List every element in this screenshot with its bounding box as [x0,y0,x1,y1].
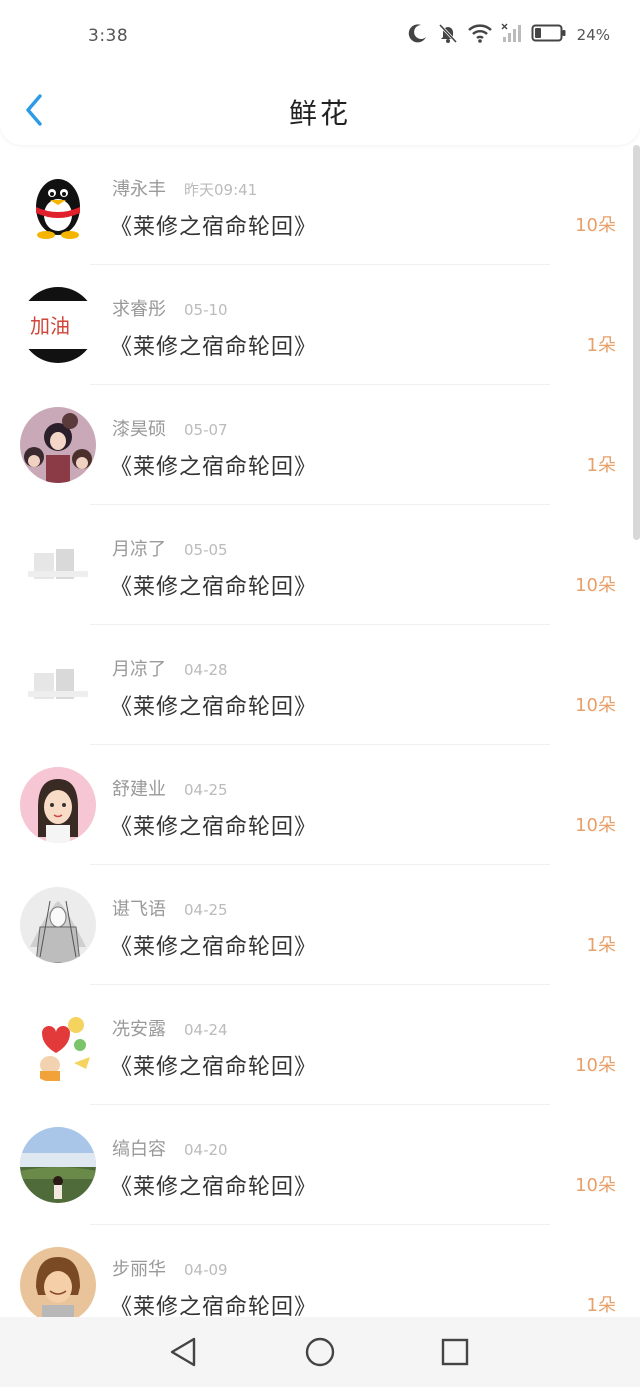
list-item[interactable]: 谌飞语 04-25 《莱修之宿命轮回》 1朵 [0,865,640,985]
flower-count: 10朵 [575,575,616,596]
top-card: 3:38 24% 鲜花 [0,0,640,145]
status-bar: 3:38 24% [0,0,640,76]
book-title: 《莱修之宿命轮回》 [110,215,318,240]
square-recents-icon [441,1338,469,1366]
wifi-icon [467,22,493,48]
nav-back-button[interactable] [166,1335,200,1369]
sender-line: 谌飞语 04-25 [112,895,228,921]
bell-off-icon [437,22,459,48]
page-title: 鲜花 [288,97,351,130]
flower-count: 1朵 [586,1295,616,1316]
book-title: 《莱修之宿命轮回》 [110,935,318,960]
list-item[interactable]: 缟白容 04-20 《莱修之宿命轮回》 10朵 [0,1105,640,1225]
send-date: 04-20 [184,1141,228,1159]
avatar[interactable] [20,1007,96,1083]
flower-list[interactable]: 溥永丰 昨天09:41 《莱修之宿命轮回》 10朵 加油 求睿彤 05-10 《莱修… [0,145,640,1317]
list-item[interactable]: 冼安露 04-24 《莱修之宿命轮回》 10朵 [0,985,640,1105]
send-date: 04-25 [184,781,228,799]
avatar[interactable]: 加油 [20,287,96,363]
sender-line: 舒建业 04-25 [112,775,228,801]
flower-count: 1朵 [586,455,616,476]
send-date: 05-10 [184,301,228,319]
book-title: 《莱修之宿命轮回》 [110,1175,318,1200]
sender-line: 月凉了 04-28 [112,655,228,681]
triangle-back-icon [170,1337,196,1367]
book-title: 《莱修之宿命轮回》 [110,815,318,840]
nav-recents-button[interactable] [438,1335,472,1369]
list-item[interactable]: 舒建业 04-25 《莱修之宿命轮回》 10朵 [0,745,640,865]
avatar[interactable] [20,1247,96,1317]
sender-line: 漆昊硕 05-07 [112,415,228,441]
sender-line: 求睿彤 05-10 [112,295,228,321]
avatar[interactable] [20,887,96,963]
list-item[interactable]: 月凉了 05-05 《莱修之宿命轮回》 10朵 [0,505,640,625]
avatar[interactable] [20,1127,96,1203]
sender-name: 步丽华 [112,1259,166,1280]
sender-name: 缟白容 [112,1139,166,1160]
status-time: 3:38 [88,26,129,46]
book-title: 《莱修之宿命轮回》 [110,575,318,600]
sender-name: 漆昊硕 [112,419,166,440]
battery-level: 24% [576,26,610,44]
flower-count: 10朵 [575,215,616,236]
battery-icon [531,22,567,48]
book-title: 《莱修之宿命轮回》 [110,335,318,360]
list-item[interactable]: 漆昊硕 05-07 《莱修之宿命轮回》 1朵 [0,385,640,505]
avatar[interactable] [20,647,96,723]
send-date: 05-07 [184,421,228,439]
sender-name: 舒建业 [112,779,166,800]
sender-name: 月凉了 [112,659,166,680]
flower-count: 1朵 [586,935,616,956]
send-date: 04-28 [184,661,228,679]
sender-name: 溥永丰 [112,179,166,200]
list-item[interactable]: 加油 求睿彤 05-10 《莱修之宿命轮回》 1朵 [0,265,640,385]
scrollbar[interactable] [633,145,640,540]
book-title: 《莱修之宿命轮回》 [110,1295,318,1317]
sender-line: 溥永丰 昨天09:41 [112,175,257,201]
nav-home-button[interactable] [303,1335,337,1369]
avatar[interactable] [20,767,96,843]
sender-name: 求睿彤 [112,299,166,320]
svg-text:加油: 加油 [30,314,70,338]
sender-name: 冼安露 [112,1019,166,1040]
circle-home-icon [305,1337,335,1367]
list-item[interactable]: 步丽华 04-09 《莱修之宿命轮回》 1朵 [0,1225,640,1317]
flower-count: 1朵 [586,335,616,356]
list-item[interactable]: 溥永丰 昨天09:41 《莱修之宿命轮回》 10朵 [0,145,640,265]
signal-icon [501,22,523,48]
flower-count: 10朵 [575,1055,616,1076]
send-date: 04-09 [184,1261,228,1279]
sender-line: 冼安露 04-24 [112,1015,228,1041]
sender-line: 月凉了 05-05 [112,535,228,561]
avatar[interactable] [20,167,96,243]
book-title: 《莱修之宿命轮回》 [110,1055,318,1080]
list-item[interactable]: 月凉了 04-28 《莱修之宿命轮回》 10朵 [0,625,640,745]
send-date: 04-25 [184,901,228,919]
send-date: 04-24 [184,1021,228,1039]
flower-count: 10朵 [575,1175,616,1196]
header: 鲜花 [0,76,640,144]
sender-name: 月凉了 [112,539,166,560]
book-title: 《莱修之宿命轮回》 [110,695,318,720]
avatar[interactable] [20,407,96,483]
screen: 3:38 24% 鲜花 溥永丰 昨天09:41 《莱修之宿命轮回》 10朵 加油… [0,0,640,1387]
moon-icon [407,22,429,48]
system-nav-bar [0,1317,640,1387]
status-icons: 24% [407,22,610,48]
send-date: 05-05 [184,541,228,559]
sender-name: 谌飞语 [112,899,166,920]
flower-count: 10朵 [575,695,616,716]
flower-count: 10朵 [575,815,616,836]
send-date: 昨天09:41 [184,181,258,199]
sender-line: 缟白容 04-20 [112,1135,228,1161]
avatar[interactable] [20,527,96,603]
sender-line: 步丽华 04-09 [112,1255,228,1281]
book-title: 《莱修之宿命轮回》 [110,455,318,480]
